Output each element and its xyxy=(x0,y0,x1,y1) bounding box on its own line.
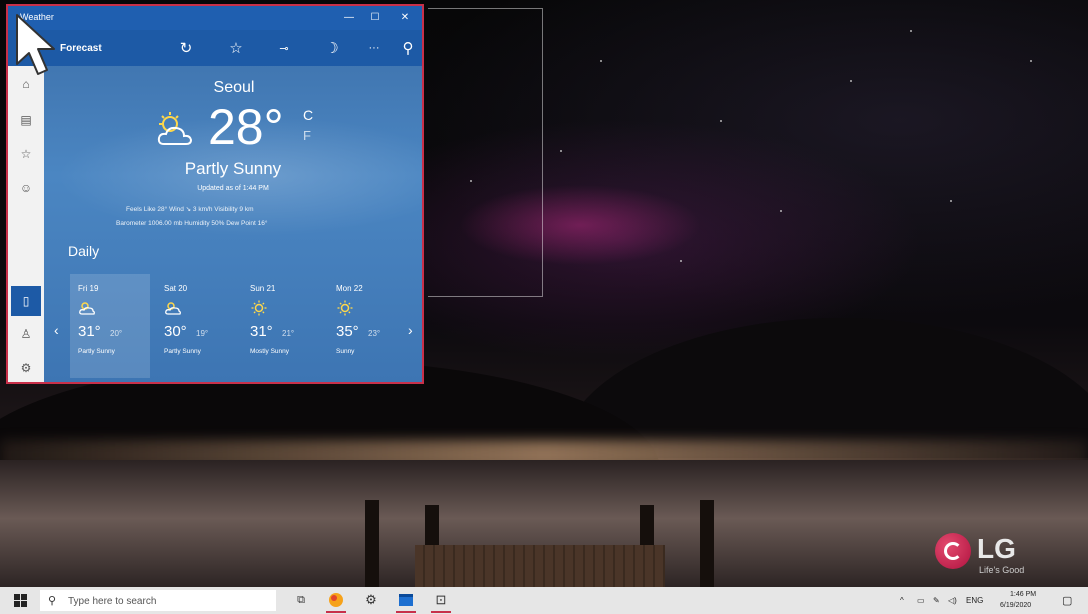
day-condition: Mostly Sunny xyxy=(250,348,290,355)
next-days-arrow-icon[interactable]: › xyxy=(408,322,413,338)
pen-icon[interactable]: ✎ xyxy=(933,596,940,605)
show-hidden-icons-icon[interactable]: ^ xyxy=(900,596,904,605)
daily-heading: Daily xyxy=(68,243,100,259)
updated-time: Updated as of 1:44 PM xyxy=(197,185,269,192)
weather-details-line-2: Barometer 1006.00 mb Humidity 50% Dew Po… xyxy=(116,220,268,227)
app-toolbar: Forecast ↻ ☆ ⊸ ☽ ··· ⚲ xyxy=(8,30,422,66)
day-card-sat[interactable]: Sat 20 30° 19° Partly Sunny xyxy=(156,274,236,378)
partly-cloudy-icon xyxy=(165,302,181,315)
clock-date[interactable]: 6/19/2020 xyxy=(1000,602,1031,609)
taskbar-search-box[interactable]: ⚲ Type here to search xyxy=(40,590,276,611)
settings-app-icon[interactable]: ⚙ xyxy=(362,591,380,609)
day-low-temp: 23° xyxy=(368,329,381,338)
partly-cloudy-icon xyxy=(79,302,95,315)
star xyxy=(560,150,562,152)
pier-post xyxy=(700,500,714,587)
battery-icon[interactable]: ▭ xyxy=(917,596,925,605)
day-high-temp: 31° xyxy=(78,323,101,340)
search-icon[interactable]: ⚲ xyxy=(398,39,418,57)
windows-start-icon[interactable] xyxy=(14,594,27,607)
celsius-toggle[interactable]: C xyxy=(303,107,313,123)
active-app-indicator xyxy=(396,611,416,613)
account-icon[interactable]: ♙ xyxy=(16,324,36,344)
sun-icon xyxy=(337,300,353,316)
store-app-icon[interactable] xyxy=(397,591,415,609)
sun-icon xyxy=(251,300,267,316)
moon-icon[interactable]: ☽ xyxy=(322,39,342,57)
language-indicator[interactable]: ENG xyxy=(966,596,983,605)
settings-icon[interactable]: ⚙ xyxy=(16,358,36,378)
star xyxy=(910,30,912,32)
clock-time[interactable]: 1:46 PM xyxy=(1010,591,1036,598)
day-card-fri[interactable]: Fri 19 31° 20° Partly Sunny xyxy=(70,274,150,378)
active-app-indicator xyxy=(326,611,346,613)
pin-icon[interactable]: ⊸ xyxy=(274,42,294,55)
minimize-button[interactable]: — xyxy=(336,9,362,27)
previous-days-arrow-icon[interactable]: ‹ xyxy=(54,322,59,338)
star xyxy=(720,120,722,122)
pier-post xyxy=(365,500,379,587)
star xyxy=(780,210,782,212)
weather-app-taskbar-icon[interactable]: ⊡ xyxy=(432,591,450,609)
day-high-temp: 30° xyxy=(164,323,187,340)
lg-brand-text: LG xyxy=(977,533,1016,564)
day-low-temp: 20° xyxy=(110,329,123,338)
more-options-icon[interactable]: ··· xyxy=(364,42,384,54)
weather-details-line-1: Feels Like 28° Wind ↘ 3 km/h Visibility … xyxy=(126,206,254,213)
historical-weather-icon[interactable]: ☺ xyxy=(16,178,36,198)
day-card-sun[interactable]: Sun 21 31° 21° Mostly Sunny xyxy=(242,274,322,378)
snap-assist-outline xyxy=(428,8,543,297)
mouse-cursor-icon xyxy=(16,14,55,75)
active-app-indicator xyxy=(431,611,451,613)
refresh-icon[interactable]: ↻ xyxy=(176,39,196,57)
current-temperature: 28° xyxy=(208,99,284,155)
taskbar: ⚲ Type here to search ⧉ ⚙ ⊡ ^ ▭ ✎ ◁) ENG… xyxy=(0,587,1088,614)
day-name: Sun 21 xyxy=(250,284,276,293)
star xyxy=(600,60,602,62)
day-name: Fri 19 xyxy=(78,284,99,293)
weather-app-window[interactable]: Weather — ☐ ✕ Forecast ↻ ☆ ⊸ ☽ ··· ⚲ ⌂ ▤… xyxy=(6,4,424,384)
favorites-icon[interactable]: ☆ xyxy=(16,144,36,164)
day-low-temp: 21° xyxy=(282,329,295,338)
star xyxy=(680,260,682,262)
wooden-pier xyxy=(415,545,665,587)
task-view-icon[interactable]: ⧉ xyxy=(292,591,310,609)
star xyxy=(950,200,952,202)
day-card-mon[interactable]: Mon 22 35° 23° Sunny xyxy=(328,274,408,378)
close-button[interactable]: ✕ xyxy=(392,9,418,27)
navigation-rail: ⌂ ▤ ☆ ☺ ▯ ♙ ⚙ xyxy=(8,66,44,382)
star xyxy=(850,80,852,82)
search-icon: ⚲ xyxy=(48,595,57,607)
day-high-temp: 31° xyxy=(250,323,273,340)
browser-app-icon[interactable] xyxy=(327,591,345,609)
day-condition: Partly Sunny xyxy=(78,348,115,355)
star xyxy=(1030,60,1032,62)
notification-center-icon[interactable]: ▢ xyxy=(1062,594,1072,607)
search-placeholder: Type here to search xyxy=(68,596,157,607)
title-bar[interactable]: Weather — ☐ ✕ xyxy=(8,6,422,30)
fahrenheit-toggle[interactable]: F xyxy=(303,128,311,143)
day-name: Sat 20 xyxy=(164,284,188,293)
day-name: Mon 22 xyxy=(336,284,363,293)
favorite-star-icon[interactable]: ☆ xyxy=(226,39,246,57)
lg-logo-icon xyxy=(935,533,971,569)
current-condition: Partly Sunny xyxy=(184,159,282,178)
maximize-button[interactable]: ☐ xyxy=(362,9,388,27)
day-condition: Partly Sunny xyxy=(164,348,201,355)
partly-sunny-icon xyxy=(157,112,193,145)
maps-icon[interactable]: ▤ xyxy=(16,110,36,130)
day-high-temp: 35° xyxy=(336,323,359,340)
toolbar-title: Forecast xyxy=(60,43,102,54)
city-name: Seoul xyxy=(213,79,255,96)
lg-logo: LG Life's Good xyxy=(935,533,1055,579)
volume-icon[interactable]: ◁) xyxy=(948,596,957,605)
day-condition: Sunny xyxy=(336,348,355,355)
day-low-temp: 19° xyxy=(196,329,209,338)
lg-tagline: Life's Good xyxy=(979,565,1025,575)
phone-icon[interactable]: ▯ xyxy=(11,286,41,316)
